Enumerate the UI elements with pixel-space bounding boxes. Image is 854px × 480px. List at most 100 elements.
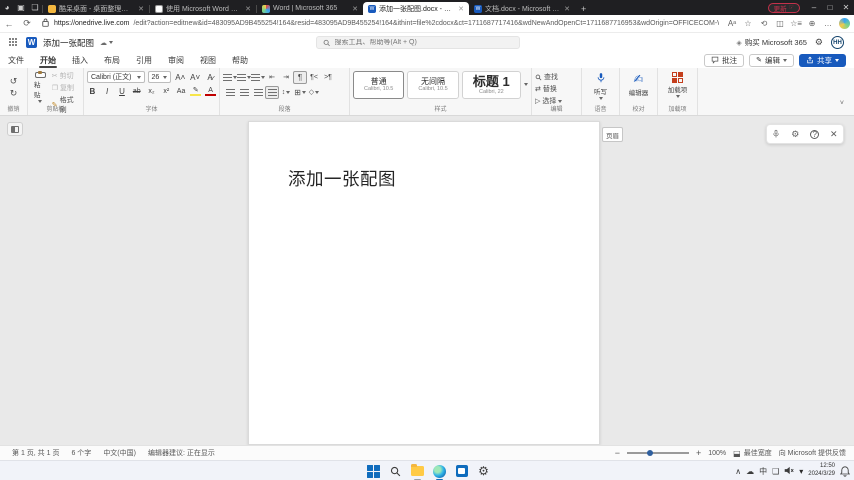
save-status-icon[interactable]: ☁ — [100, 39, 107, 47]
search-input[interactable] — [335, 39, 513, 46]
url-field[interactable]: https://onedrive.live.com/edit?action=ed… — [54, 17, 719, 30]
read-aloud-icon[interactable]: Aᵃ — [725, 19, 739, 28]
favorites-bar-icon[interactable]: ☆≡ — [789, 19, 803, 28]
more-menu-icon[interactable]: … — [821, 19, 835, 28]
styles-gallery-chevron-icon[interactable] — [524, 83, 528, 86]
tab1-close-icon[interactable]: ✕ — [138, 5, 144, 13]
window-minimize-button[interactable]: – — [806, 1, 822, 14]
onedrive-cloud-icon[interactable]: ☁ — [746, 467, 754, 476]
shrink-font-icon[interactable]: A˅ — [189, 73, 201, 82]
line-spacing-button[interactable]: ↕ — [279, 86, 293, 99]
copy-button[interactable]: ❐ 复制 — [52, 83, 80, 93]
addins-button[interactable]: 加载项 — [661, 71, 694, 99]
zoom-level[interactable]: 100% — [708, 450, 726, 457]
dictate-button[interactable]: 听写 — [585, 71, 616, 101]
italic-button[interactable]: I — [102, 87, 113, 96]
buy-microsoft365-button[interactable]: ◈ 购买 Microsoft 365 — [736, 37, 807, 48]
justify-button[interactable] — [265, 86, 279, 99]
settings-app-button[interactable]: ⚙ — [476, 464, 491, 479]
display-icon[interactable]: ❑ — [772, 467, 779, 476]
zoom-in-button[interactable]: + — [696, 448, 701, 458]
underline-button[interactable]: U — [117, 87, 128, 96]
tab-references[interactable]: 引用 — [128, 52, 160, 68]
browser-tab-4-active[interactable]: W 添加一张配图.docx - Microsoft W… ✕ — [363, 2, 469, 15]
font-size-combo[interactable]: 26 — [148, 71, 172, 83]
search-box[interactable] — [316, 36, 520, 49]
tab4-close-icon[interactable]: ✕ — [458, 5, 464, 13]
zoom-slider[interactable] — [627, 452, 689, 454]
collapse-ribbon-chevron-icon[interactable]: ˅ — [840, 100, 844, 107]
numbering-button[interactable] — [237, 71, 251, 84]
font-name-combo[interactable]: Calibri (正文) — [87, 71, 145, 83]
ltr-text-button[interactable]: ¶˂ — [307, 71, 321, 84]
ime-indicator[interactable]: 中 — [759, 466, 767, 477]
replace-button[interactable]: ⇄ 替换 — [535, 84, 578, 94]
language-status[interactable]: 中文(中国) — [103, 448, 136, 458]
settings-gear-icon[interactable]: ⚙ — [815, 37, 823, 48]
align-right-button[interactable] — [251, 86, 265, 99]
tab-view[interactable]: 视图 — [192, 52, 224, 68]
float-mic-icon[interactable] — [772, 129, 780, 140]
workspace-icon[interactable]: ▣ — [14, 2, 28, 13]
word-logo-icon[interactable]: W — [26, 37, 37, 48]
word-count-status[interactable]: 6 个字 — [71, 448, 91, 458]
rtl-text-button[interactable]: ˃¶ — [321, 71, 335, 84]
navigation-pane-toggle[interactable] — [7, 122, 23, 136]
bold-button[interactable]: B — [87, 87, 98, 96]
split-screen-icon[interactable]: ◫ — [773, 19, 787, 28]
tab5-close-icon[interactable]: ✕ — [564, 5, 570, 13]
window-restore-button[interactable]: □ — [822, 1, 838, 14]
browser-tab-2[interactable]: 使用 Microsoft Word 进行免费… ✕ — [150, 2, 256, 15]
strikethrough-button[interactable]: ab — [131, 88, 142, 95]
favorite-star-icon[interactable]: ☆ — [741, 19, 755, 28]
float-close-icon[interactable]: ✕ — [830, 129, 838, 140]
superscript-button[interactable]: x² — [161, 88, 172, 95]
tab-insert[interactable]: 插入 — [64, 52, 96, 68]
volume-muted-icon[interactable] — [784, 466, 794, 477]
browser-profile-avatar[interactable] — [839, 18, 850, 29]
page-count-status[interactable]: 第 1 页, 共 1 页 — [12, 448, 59, 458]
style-no-spacing[interactable]: 无间隔 Calibri, 10.5 — [407, 71, 458, 99]
browser-update-badge[interactable]: 更新 ☞ — [768, 3, 800, 13]
fit-width-button[interactable]: ⬓最佳宽度 — [733, 448, 772, 458]
taskbar-search-button[interactable] — [388, 464, 403, 479]
new-tab-button[interactable]: + — [581, 4, 586, 14]
store-app-button[interactable] — [454, 464, 469, 479]
browser-profile-icon[interactable]: ◕ — [0, 2, 14, 13]
start-button[interactable] — [366, 464, 381, 479]
editor-button[interactable]: ✍ 编辑器 — [623, 71, 654, 98]
zoom-slider-knob[interactable] — [647, 450, 653, 456]
paste-button[interactable]: 粘贴 — [31, 71, 50, 104]
taskbar-clock[interactable]: 12:50 2024/3/29 — [808, 463, 835, 479]
change-case-button[interactable]: Aa — [176, 88, 187, 95]
collections-icon[interactable]: ⟲ — [757, 19, 771, 28]
borders-button[interactable]: ⊞ — [293, 86, 307, 99]
account-avatar[interactable]: HH — [831, 36, 844, 49]
float-settings-gear-icon[interactable]: ⚙ — [791, 129, 799, 140]
document-page[interactable]: 添加一张配图 — [248, 121, 600, 445]
browser-tab-3[interactable]: Word | Microsoft 365 ✕ — [257, 2, 363, 15]
style-normal[interactable]: 普通 Calibri, 10.5 — [353, 71, 404, 99]
edge-button[interactable] — [432, 464, 447, 479]
undo-icon[interactable]: ↺ — [10, 77, 18, 86]
decrease-indent-button[interactable]: ⇤ — [265, 71, 279, 84]
grow-font-icon[interactable]: A˄ — [174, 73, 186, 82]
find-button[interactable]: 查找 — [535, 72, 578, 82]
highlight-color-button[interactable]: ✎ — [190, 86, 201, 96]
title-chevron-down-icon[interactable] — [109, 41, 113, 44]
browser-tab-5[interactable]: W 文档.docx - Microsoft Word Onli… ✕ — [469, 2, 575, 15]
comments-button[interactable]: 批注 — [704, 54, 744, 67]
hidden-icons-chevron[interactable]: ∧ — [735, 467, 741, 476]
align-center-button[interactable] — [237, 86, 251, 99]
tab-file[interactable]: 文件 — [0, 52, 32, 68]
subscript-button[interactable]: x₂ — [146, 88, 157, 95]
font-color-button[interactable]: A — [205, 87, 216, 96]
style-heading1[interactable]: 标题 1 Calibri, 22 — [462, 71, 521, 99]
tab-layout[interactable]: 布局 — [96, 52, 128, 68]
tab2-close-icon[interactable]: ✕ — [245, 5, 251, 13]
feedback-link[interactable]: 向 Microsoft 提供反馈 — [779, 448, 846, 458]
back-icon[interactable]: ← — [0, 19, 18, 29]
tray-app-icon[interactable]: ▾ — [799, 467, 803, 476]
notification-bell-icon[interactable] — [840, 466, 850, 477]
browser-essentials-icon[interactable]: ⊕ — [805, 19, 819, 28]
